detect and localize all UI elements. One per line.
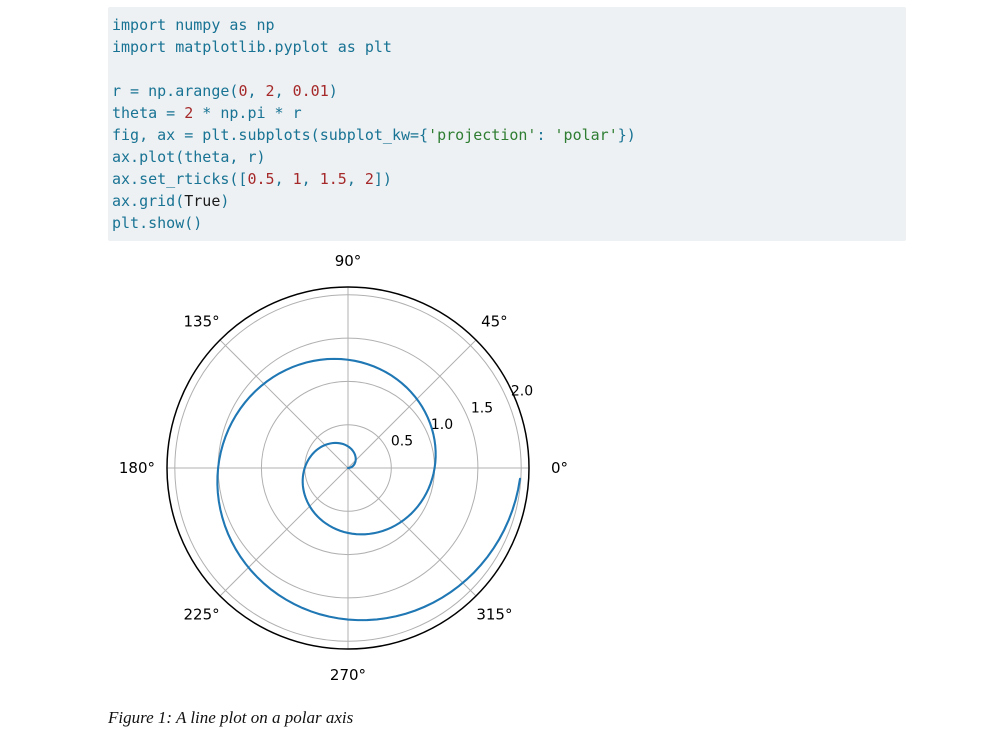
code-line: plt.show() bbox=[112, 212, 894, 234]
code-token-code: ]) bbox=[374, 170, 392, 188]
code-token-code: ) bbox=[329, 82, 338, 100]
code-line: ax.plot(theta, r) bbox=[112, 146, 894, 168]
code-token-str: 'projection' bbox=[428, 126, 536, 144]
theta-tick-label: 270° bbox=[330, 666, 366, 684]
code-line: theta = 2 * np.pi * r bbox=[112, 102, 894, 124]
code-token-num: 1.5 bbox=[320, 170, 347, 188]
code-token-code: fig, ax = plt.subplots(subplot_kw={ bbox=[112, 126, 428, 144]
code-token-code: , bbox=[275, 82, 293, 100]
code-line: import matplotlib.pyplot as plt bbox=[112, 36, 894, 58]
code-line bbox=[112, 58, 894, 80]
code-block: import numpy as np import matplotlib.pypl… bbox=[108, 7, 906, 241]
code-token-code: r = np.arange( bbox=[112, 82, 238, 100]
code-token-code: plt.show() bbox=[112, 214, 202, 232]
code-token-code: , bbox=[302, 170, 320, 188]
code-token-code: : bbox=[536, 126, 554, 144]
r-tick-label: 2.0 bbox=[511, 384, 533, 400]
code-line: ax.set_rticks([0.5, 1, 1.5, 2]) bbox=[112, 168, 894, 190]
polar-chart: 0° 45° 90° 135° 180° 225° 270° 315° 0.5 1.0 1.5 2.0 bbox=[118, 243, 588, 695]
code-token-num: 0.5 bbox=[247, 170, 274, 188]
code-token-code: , bbox=[275, 170, 293, 188]
code-token-num: 0.01 bbox=[293, 82, 329, 100]
code-token-str: 'polar' bbox=[555, 126, 618, 144]
code-line: ax.grid(True) bbox=[112, 190, 894, 212]
code-token-code: * np.pi * r bbox=[193, 104, 301, 122]
code-token-code: import matplotlib.pyplot as plt bbox=[112, 38, 392, 56]
r-tick-label: 0.5 bbox=[391, 433, 413, 449]
code-line: fig, ax = plt.subplots(subplot_kw={'proj… bbox=[112, 124, 894, 146]
theta-tick-label: 225° bbox=[184, 605, 220, 623]
figure-caption: Figure 1: A line plot on a polar axis bbox=[108, 708, 353, 728]
theta-tick-label: 0° bbox=[551, 459, 568, 477]
code-token-num: 2 bbox=[365, 170, 374, 188]
code-token-code: ) bbox=[220, 192, 229, 210]
theta-tick-label: 315° bbox=[476, 605, 512, 623]
figure: 0° 45° 90° 135° 180° 225° 270° 315° 0.5 1.0 1.5 2.0 bbox=[118, 243, 588, 695]
code-token-code: ax.plot(theta, r) bbox=[112, 148, 266, 166]
r-tick-label: 1.5 bbox=[471, 400, 493, 416]
code-token-num: 1 bbox=[293, 170, 302, 188]
code-token-code: , bbox=[247, 82, 265, 100]
theta-tick-label: 180° bbox=[119, 459, 155, 477]
code-token-num: 2 bbox=[184, 104, 193, 122]
theta-tick-label: 90° bbox=[335, 252, 362, 270]
code-token-plain: True bbox=[184, 192, 220, 210]
theta-tick-label: 135° bbox=[184, 313, 220, 331]
code-token-code: }) bbox=[618, 126, 636, 144]
code-token-num: 2 bbox=[266, 82, 275, 100]
code-token-code: ax.set_rticks([ bbox=[112, 170, 247, 188]
code-line: r = np.arange(0, 2, 0.01) bbox=[112, 80, 894, 102]
page: { "code_block": { "background": "#eef1f3… bbox=[0, 0, 1000, 749]
code-token-code: theta = bbox=[112, 104, 184, 122]
code-line: import numpy as np bbox=[112, 14, 894, 36]
theta-tick-label: 45° bbox=[481, 313, 508, 331]
code-token-code: import numpy as np bbox=[112, 16, 275, 34]
code-lines: import numpy as np import matplotlib.pypl… bbox=[112, 14, 894, 234]
code-token-code: ax.grid( bbox=[112, 192, 184, 210]
code-token-code: , bbox=[347, 170, 365, 188]
r-tick-label: 1.0 bbox=[431, 417, 453, 433]
